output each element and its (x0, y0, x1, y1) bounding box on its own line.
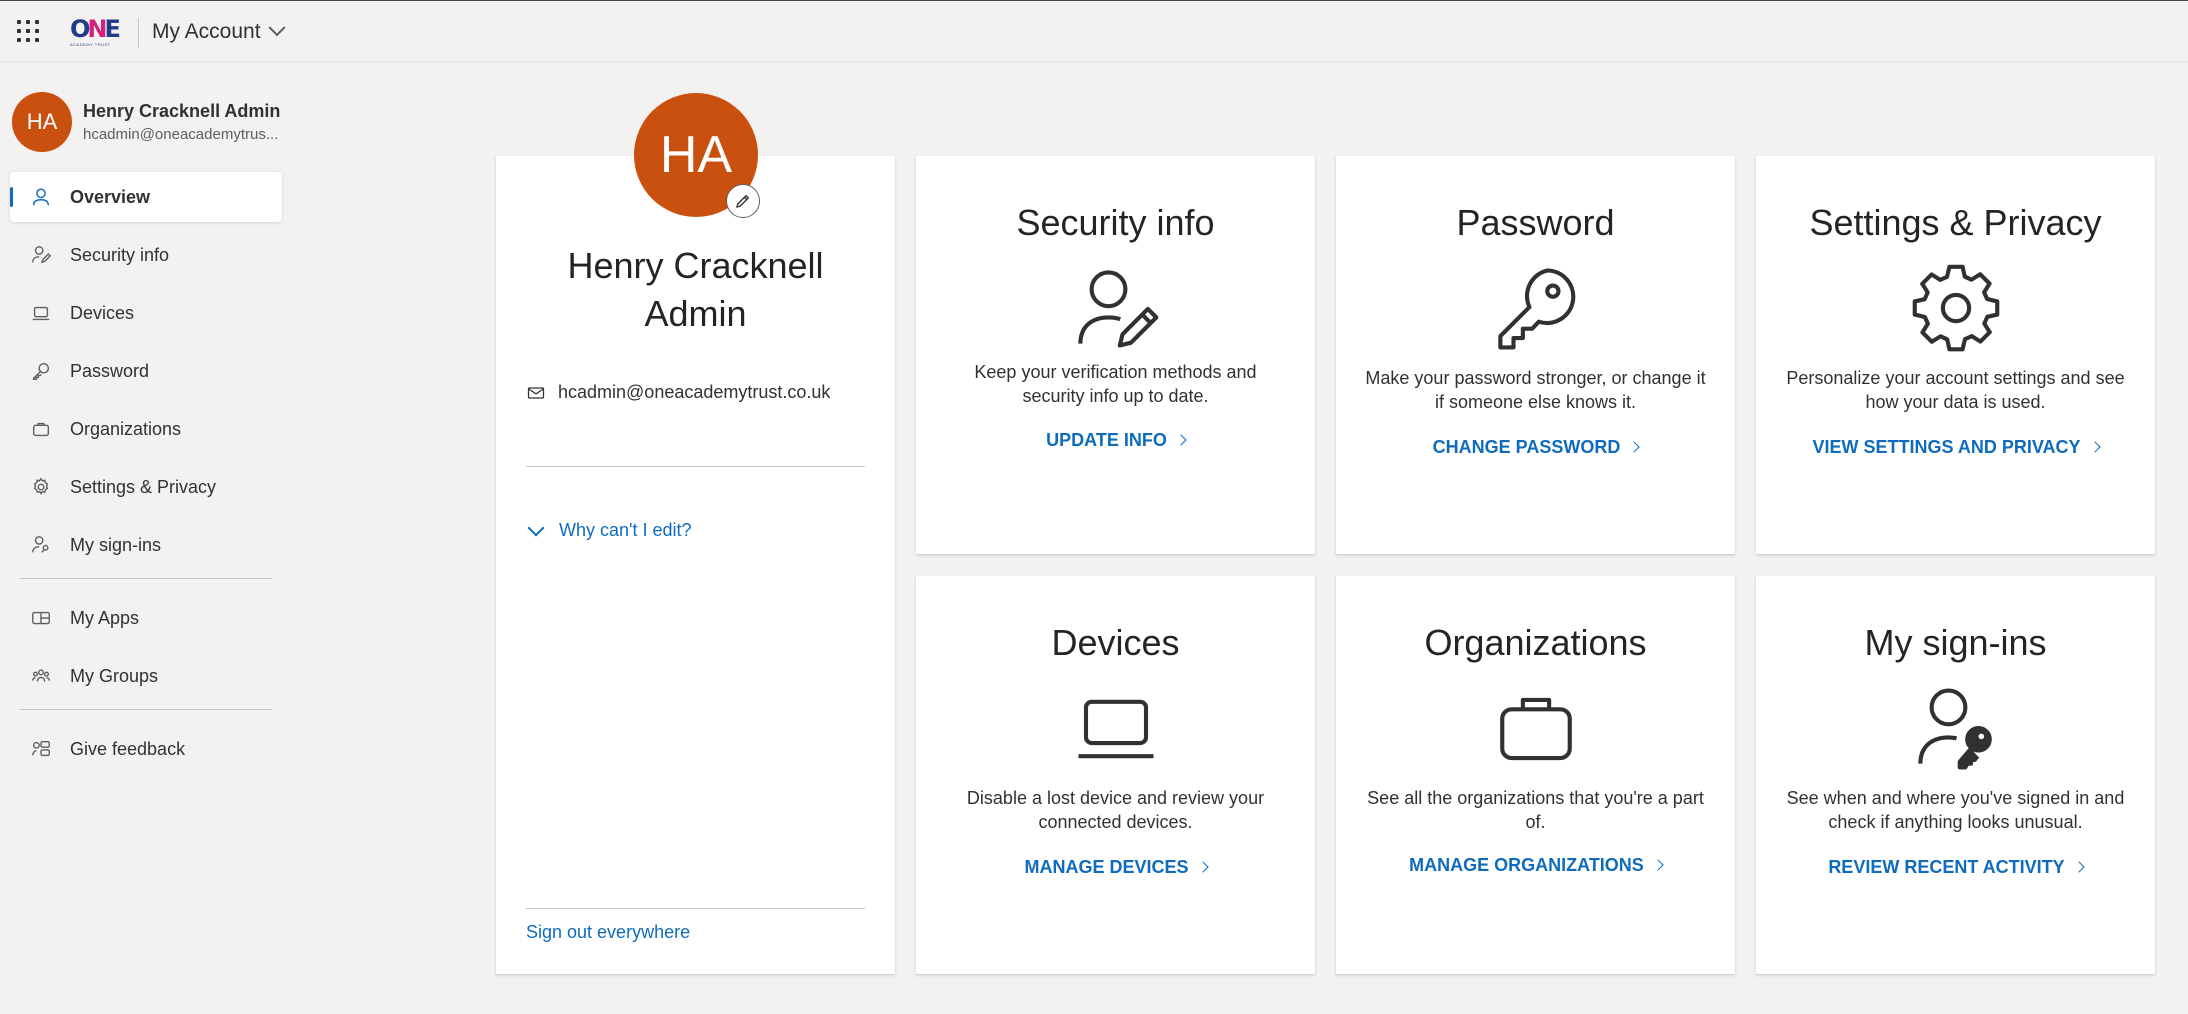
sidebar-item-label: Security info (70, 244, 170, 265)
sidebar-item-label: Devices (70, 302, 135, 323)
profile-email: hcadmin@oneacademytrus... (83, 126, 279, 143)
sidebar-item-label: My sign-ins (70, 534, 162, 555)
chevron-right-icon (1628, 441, 1641, 453)
sidebar-nav: Overview Security info Devices Password … (10, 172, 282, 782)
card-description: Keep your verification methods and secur… (974, 362, 1257, 406)
sidebar-item-organizations[interactable]: Organizations (10, 404, 282, 454)
apps-icon (30, 607, 52, 629)
divider (526, 908, 865, 909)
password-card: Password Make your password stronger, or… (1336, 156, 1735, 554)
profile-card-name: Henry Cracknell Admin (567, 245, 824, 334)
card-title: Password (1456, 202, 1615, 243)
edit-photo-button[interactable] (726, 184, 760, 218)
devices-card: Devices Disable a lost device and review… (916, 576, 1315, 974)
gear-icon (30, 476, 52, 498)
chevron-right-icon (2073, 861, 2085, 873)
settings-privacy-card: Settings & Privacy Personalize your acco… (1756, 156, 2155, 554)
security-info-card: Security info Keep your verification met… (916, 156, 1315, 554)
card-title: Devices (1051, 622, 1180, 663)
laptop-icon (30, 302, 52, 324)
person-key-icon (1911, 683, 2001, 773)
chevron-down-icon (527, 519, 545, 536)
organization-logo[interactable]: ONE ACADEMY TRUST (70, 17, 121, 47)
sidebar-item-label: Settings & Privacy (70, 476, 217, 497)
review-recent-activity-link[interactable]: REVIEW RECENT ACTIVITY (1756, 857, 2155, 878)
avatar: HA (12, 92, 72, 152)
sidebar-item-password[interactable]: Password (10, 346, 282, 396)
manage-devices-link[interactable]: MANAGE DEVICES (916, 857, 1315, 878)
sidebar-divider (20, 578, 272, 579)
card-title: Organizations (1424, 622, 1647, 663)
key-icon (1491, 263, 1581, 353)
sidebar-item-my-apps[interactable]: My Apps (10, 593, 282, 643)
chevron-right-icon (1196, 861, 1209, 873)
sidebar-item-settings-privacy[interactable]: Settings & Privacy (10, 462, 282, 512)
top-bar: ONE ACADEMY TRUST My Account (0, 0, 2188, 62)
sidebar-item-my-sign-ins[interactable]: My sign-ins (10, 520, 282, 570)
chevron-right-icon (1652, 859, 1664, 871)
card-title: Security info (1016, 202, 1215, 243)
mail-icon (527, 386, 545, 399)
gear-icon (1911, 263, 2001, 353)
person-edit-icon (1071, 263, 1161, 353)
sidebar-item-give-feedback[interactable]: Give feedback (10, 724, 282, 774)
sign-out-everywhere-link[interactable]: Sign out everywhere (526, 922, 690, 943)
chevron-right-icon (2088, 441, 2101, 453)
person-key-icon (30, 534, 52, 556)
profile-card: Henry Cracknell Admin hcadmin@oneacademy… (496, 156, 895, 974)
change-password-link[interactable]: CHANGE PASSWORD (1336, 437, 1735, 458)
card-description: Make your password stronger, or change i… (1365, 368, 1706, 412)
sidebar-item-label: Overview (70, 186, 151, 207)
card-description: See all the organizations that you're a … (1367, 788, 1704, 832)
app-launcher-icon[interactable] (17, 20, 39, 42)
profile-name: Henry Cracknell Admin (83, 101, 281, 121)
sidebar-item-label: My Groups (70, 665, 159, 686)
card-title: My sign-ins (1864, 622, 2047, 663)
my-sign-ins-card: My sign-ins See when and where you've si… (1756, 576, 2155, 974)
briefcase-icon (30, 418, 52, 440)
sidebar-item-label: My Apps (70, 607, 140, 628)
person-icon (30, 186, 52, 208)
view-settings-privacy-link[interactable]: VIEW SETTINGS AND PRIVACY (1756, 437, 2155, 458)
organizations-card: Organizations See all the organizations … (1336, 576, 1735, 974)
card-description: See when and where you've signed in and … (1786, 788, 2125, 832)
sidebar-profile: HA Henry Cracknell Admin hcadmin@oneacad… (12, 92, 280, 152)
sidebar-item-overview[interactable]: Overview (10, 172, 282, 222)
sidebar-item-label: Give feedback (70, 738, 186, 759)
app-title: My Account (152, 20, 261, 43)
update-info-link[interactable]: UPDATE INFO (916, 430, 1315, 451)
why-cant-edit-toggle[interactable]: Why can't I edit? (527, 519, 692, 541)
chevron-down-icon (268, 19, 286, 37)
sidebar-item-devices[interactable]: Devices (10, 288, 282, 338)
people-icon (30, 665, 52, 687)
card-description: Disable a lost device and review your co… (966, 788, 1265, 832)
chevron-right-icon (1175, 434, 1187, 446)
laptop-icon (1071, 683, 1161, 773)
manage-organizations-link[interactable]: MANAGE ORGANIZATIONS (1336, 855, 1735, 876)
key-icon (30, 360, 52, 382)
person-edit-icon (30, 244, 52, 266)
card-description: Personalize your account settings and se… (1786, 368, 2125, 412)
sidebar-item-my-groups[interactable]: My Groups (10, 651, 282, 701)
pencil-icon (736, 194, 750, 208)
header-divider (138, 18, 139, 48)
sidebar: HA Henry Cracknell Admin hcadmin@oneacad… (0, 62, 290, 1014)
feedback-icon (30, 738, 52, 760)
divider (526, 466, 865, 467)
profile-card-email: hcadmin@oneacademytrust.co.uk (526, 382, 830, 403)
sidebar-item-label: Organizations (70, 418, 182, 439)
app-title-dropdown[interactable]: My Account (152, 19, 286, 44)
sidebar-divider (20, 709, 272, 710)
sidebar-item-security-info[interactable]: Security info (10, 230, 282, 280)
briefcase-icon (1491, 683, 1581, 773)
sidebar-item-label: Password (70, 360, 150, 381)
card-title: Settings & Privacy (1809, 202, 2102, 243)
